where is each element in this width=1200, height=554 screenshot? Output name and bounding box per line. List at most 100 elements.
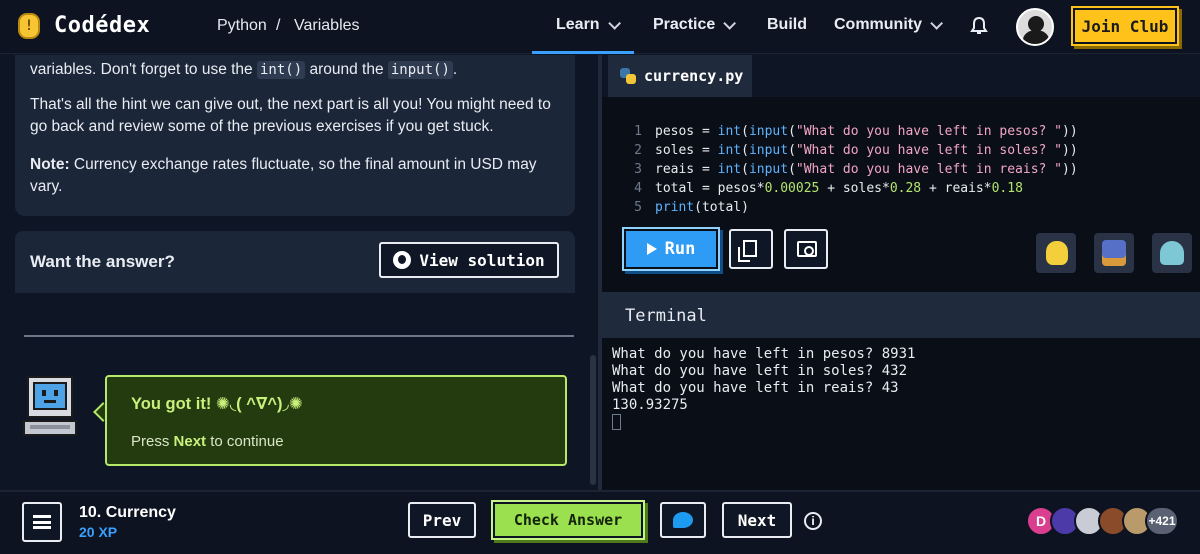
terminal-line: What do you have left in soles? 432 (612, 363, 908, 379)
screenshot-button[interactable] (784, 229, 828, 269)
code-token: )) (1062, 143, 1078, 158)
code-token: input (748, 124, 789, 139)
twitter-icon (673, 512, 693, 528)
terminal-output[interactable]: What do you have left in pesos? 8931 What… (612, 346, 915, 431)
logo-coin-icon[interactable]: ! (18, 13, 40, 39)
answer-card: Want the answer? View solution (15, 231, 575, 293)
lesson-xp: 20 XP (79, 524, 118, 540)
code-line: 5 print(total) (620, 198, 1078, 217)
code-line: 2 soles = int(input("What do you have lef… (620, 141, 1078, 160)
user-avatar[interactable] (1016, 8, 1054, 46)
code-line: 1 pesos = int(input("What do you have lef… (620, 122, 1078, 141)
code-token: int (717, 143, 742, 158)
menu-icon (33, 515, 51, 529)
code-token: 0.18 (991, 181, 1023, 196)
code-token: input (748, 162, 789, 177)
code-int: int() (256, 61, 306, 79)
nav-build[interactable]: Build (767, 16, 807, 34)
file-tab-label: currency.py (644, 67, 744, 85)
chevron-down-icon (607, 16, 621, 30)
nav-build-label: Build (767, 16, 807, 33)
robot-pet-icon[interactable] (1094, 233, 1134, 273)
bottom-bar: 10. Currency 20 XP Prev Check Answer Nex… (0, 490, 1200, 554)
hint-line-1: variables. Don't forget to use the int()… (30, 59, 570, 81)
note-label: Note: (30, 156, 70, 173)
view-solution-button[interactable]: View solution (379, 242, 559, 278)
code-input: input() (387, 61, 453, 79)
code-editor: currency.py 1 pesos = int(input("What do … (602, 55, 1200, 292)
brand-logo[interactable]: Codédex (54, 13, 150, 38)
run-button[interactable]: Run (624, 229, 718, 269)
code-token: ( (741, 143, 749, 158)
code-token: )) (1062, 162, 1078, 177)
ghost-pet-icon[interactable] (1152, 233, 1192, 273)
duck-pet-icon[interactable] (1036, 233, 1076, 273)
hint-note: Note: Currency exchange rates fluctuate,… (30, 154, 570, 198)
nav-practice[interactable]: Practice (653, 16, 737, 34)
hint-card: variables. Don't forget to use the int()… (15, 55, 575, 216)
nav-practice-label: Practice (653, 16, 716, 33)
nav-community-label: Community (834, 16, 922, 33)
next-button[interactable]: Next (722, 502, 792, 538)
completer-count[interactable]: +421 (1145, 506, 1179, 536)
line-number: 2 (634, 143, 642, 158)
terminal-panel: Terminal What do you have left in pesos?… (602, 292, 1200, 490)
join-club-button[interactable]: Join Club (1073, 8, 1177, 44)
code-area[interactable]: 1 pesos = int(input("What do you have lef… (620, 122, 1078, 217)
code-token: )) (1062, 124, 1078, 139)
code-token: int (717, 124, 742, 139)
top-nav: ! Codédex Python / Variables Learn Pract… (0, 0, 1200, 54)
play-icon (646, 243, 657, 255)
code-token: ( (788, 124, 796, 139)
nav-community[interactable]: Community (834, 16, 943, 34)
hint-paragraph: That's all the hint we can give out, the… (30, 96, 551, 135)
terminal-cursor (612, 414, 621, 430)
info-icon[interactable]: i (804, 512, 822, 530)
code-token: reais = (655, 162, 718, 177)
code-token: "What do you have left in soles? " (795, 143, 1063, 158)
scrollbar[interactable] (590, 355, 596, 485)
chevron-down-icon (930, 16, 943, 30)
nav-learn[interactable]: Learn (556, 16, 621, 34)
bell-icon[interactable] (969, 16, 989, 36)
terminal-line: What do you have left in reais? 43 (612, 380, 899, 396)
code-token: ( (788, 162, 796, 177)
code-token: input (748, 143, 789, 158)
code-token: ( (741, 124, 749, 139)
pixel-computer-icon (23, 376, 77, 436)
check-answer-button[interactable]: Check Answer (493, 502, 643, 538)
code-token: soles = (655, 143, 718, 158)
file-tab-currency[interactable]: currency.py (608, 55, 752, 97)
success-continue: to continue (206, 433, 284, 450)
terminal-prompt[interactable] (612, 414, 915, 431)
github-icon (393, 251, 412, 269)
hint-text: . (452, 61, 458, 78)
success-press: Press (131, 433, 174, 450)
breadcrumb-course[interactable]: Python (217, 17, 267, 35)
lesson-title: 10. Currency (79, 504, 176, 521)
hint-text: variables. Don't forget to use the (30, 61, 257, 78)
copy-code-button[interactable] (729, 229, 773, 269)
success-subtitle: Press Next to continue (131, 433, 284, 450)
copy-icon (738, 240, 757, 262)
code-token: + soles* (819, 181, 890, 196)
code-token: pesos = (655, 124, 718, 139)
code-token: 0.28 (889, 181, 922, 196)
nav-learn-label: Learn (556, 16, 600, 33)
twitter-share-button[interactable] (660, 502, 706, 538)
code-token: print (655, 200, 695, 215)
lesson-menu-button[interactable] (22, 502, 62, 542)
run-label: Run (664, 239, 696, 259)
line-number: 1 (634, 124, 642, 139)
prev-button[interactable]: Prev (408, 502, 476, 538)
terminal-header: Terminal (602, 292, 1200, 338)
code-token: 0.00025 (764, 181, 820, 196)
active-nav-indicator (532, 51, 634, 54)
code-token: "What do you have left in reais? " (795, 162, 1063, 177)
code-token: (total) (694, 200, 749, 215)
code-token: "What do you have left in pesos? " (795, 124, 1063, 139)
breadcrumb-lesson[interactable]: Variables (294, 17, 360, 35)
code-token: int (717, 162, 742, 177)
view-solution-label: View solution (419, 250, 545, 270)
terminal-title: Terminal (625, 306, 707, 326)
